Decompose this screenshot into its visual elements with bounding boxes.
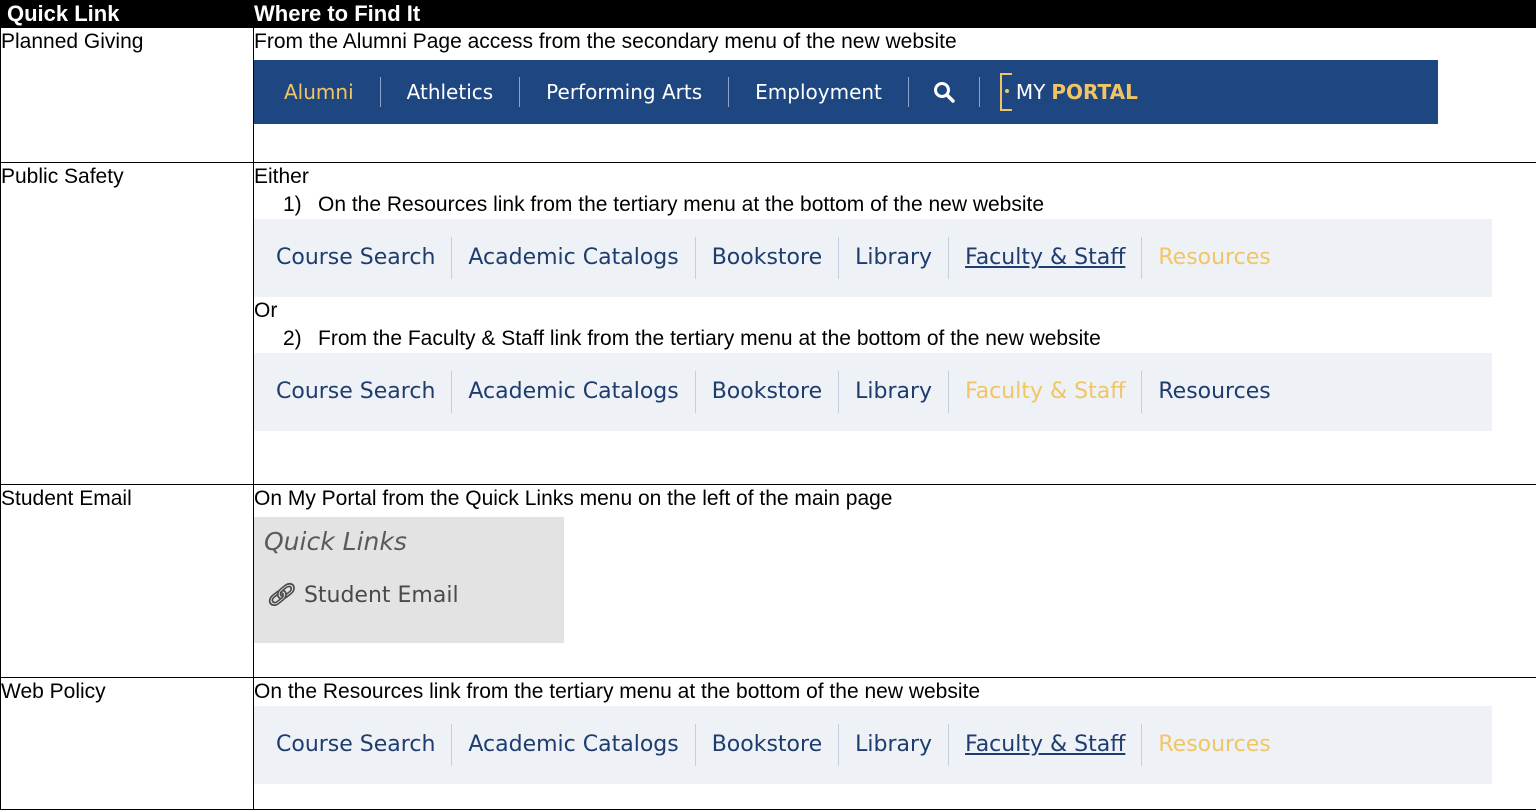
row-content-web-policy: On the Resources link from the tertiary …: [253, 677, 1536, 810]
quick-links-table: Quick Link Where to Find It Planned Givi…: [0, 0, 1536, 810]
secondary-menu-item-athletics[interactable]: Athletics: [381, 77, 521, 107]
secondary-menu-item-employment[interactable]: Employment: [729, 77, 909, 107]
table-header-row: Quick Link Where to Find It: [0, 0, 1536, 28]
table-row: Web Policy On the Resources link from th…: [0, 677, 1536, 810]
tertiary-item-faculty-staff[interactable]: Faculty & Staff: [949, 371, 1143, 413]
tertiary-item-resources[interactable]: Resources: [1142, 237, 1286, 279]
row-label-student-email: Student Email: [0, 484, 254, 678]
search-button[interactable]: [909, 77, 980, 107]
table-row: Planned Giving From the Alumni Page acce…: [0, 27, 1536, 163]
quick-link-label: Student Email: [303, 583, 459, 608]
tertiary-item-course-search[interactable]: Course Search: [254, 371, 453, 413]
row-label-web-policy: Web Policy: [0, 677, 254, 810]
student-email-text: On My Portal from the Quick Links menu o…: [254, 487, 893, 510]
or-text: Or: [254, 299, 278, 322]
secondary-menu: Alumni Athletics Performing Arts Employm…: [254, 60, 1438, 124]
my-portal-link[interactable]: MY PORTAL: [980, 73, 1138, 111]
quick-link-student-email[interactable]: 🔗︎ Student Email: [266, 583, 459, 608]
row-label-public-safety: Public Safety: [0, 162, 254, 485]
search-icon: [933, 82, 955, 103]
web-policy-text: On the Resources link from the tertiary …: [254, 680, 981, 703]
tertiary-item-resources[interactable]: Resources: [1142, 724, 1286, 766]
quick-links-panel: Quick Links 🔗︎ Student Email: [254, 517, 564, 643]
tertiary-item-bookstore[interactable]: Bookstore: [696, 724, 840, 766]
tertiary-item-faculty-staff[interactable]: Faculty & Staff: [949, 237, 1143, 279]
option-1: 1) On the Resources link from the tertiar…: [254, 191, 1536, 219]
secondary-menu-item-performing-arts[interactable]: Performing Arts: [520, 77, 730, 107]
option-1-text: On the Resources link from the tertiary …: [318, 193, 1045, 216]
either-text: Either: [254, 165, 309, 188]
tertiary-item-bookstore[interactable]: Bookstore: [696, 371, 840, 413]
option-2-number: 2): [283, 327, 302, 350]
tertiary-item-academic-catalogs[interactable]: Academic Catalogs: [452, 724, 696, 766]
tertiary-item-academic-catalogs[interactable]: Academic Catalogs: [452, 237, 696, 279]
row-content-planned-giving: From the Alumni Page access from the sec…: [253, 27, 1536, 163]
portal-prefix: MY: [1015, 80, 1046, 104]
link-icon: 🔗︎: [266, 583, 294, 608]
quick-links-title: Quick Links: [264, 527, 407, 556]
row-content-public-safety: Either 1) On the Resources link from the …: [253, 162, 1536, 485]
tertiary-item-course-search[interactable]: Course Search: [254, 237, 453, 279]
secondary-menu-item-alumni[interactable]: Alumni: [254, 77, 381, 107]
header-quick-link: Quick Link: [0, 0, 254, 28]
tertiary-item-academic-catalogs[interactable]: Academic Catalogs: [452, 371, 696, 413]
tertiary-menu-web-policy: Course Search Academic Catalogs Bookstor…: [254, 706, 1492, 784]
tertiary-item-library[interactable]: Library: [839, 237, 950, 279]
tertiary-menu-resources: Course Search Academic Catalogs Bookstor…: [254, 219, 1492, 297]
tertiary-item-library[interactable]: Library: [839, 724, 950, 766]
tertiary-menu-faculty: Course Search Academic Catalogs Bookstor…: [254, 353, 1492, 431]
portal-logo-icon: [999, 73, 1012, 111]
row-label-planned-giving: Planned Giving: [0, 27, 254, 163]
row-content-student-email: On My Portal from the Quick Links menu o…: [253, 484, 1536, 678]
planned-giving-text: From the Alumni Page access from the sec…: [254, 30, 957, 53]
portal-strong: PORTAL: [1051, 80, 1138, 104]
header-where-to-find: Where to Find It: [253, 0, 1536, 28]
tertiary-item-library[interactable]: Library: [839, 371, 950, 413]
tertiary-item-faculty-staff[interactable]: Faculty & Staff: [949, 724, 1143, 766]
table-row: Student Email On My Portal from the Quic…: [0, 484, 1536, 678]
tertiary-item-course-search[interactable]: Course Search: [254, 724, 453, 766]
option-1-number: 1): [283, 193, 302, 216]
table-row: Public Safety Either 1) On the Resources …: [0, 162, 1536, 485]
tertiary-item-resources[interactable]: Resources: [1142, 371, 1286, 413]
tertiary-item-bookstore[interactable]: Bookstore: [696, 237, 840, 279]
option-2-text: From the Faculty & Staff link from the t…: [318, 327, 1101, 350]
option-2: 2) From the Faculty & Staff link from the…: [254, 325, 1536, 353]
